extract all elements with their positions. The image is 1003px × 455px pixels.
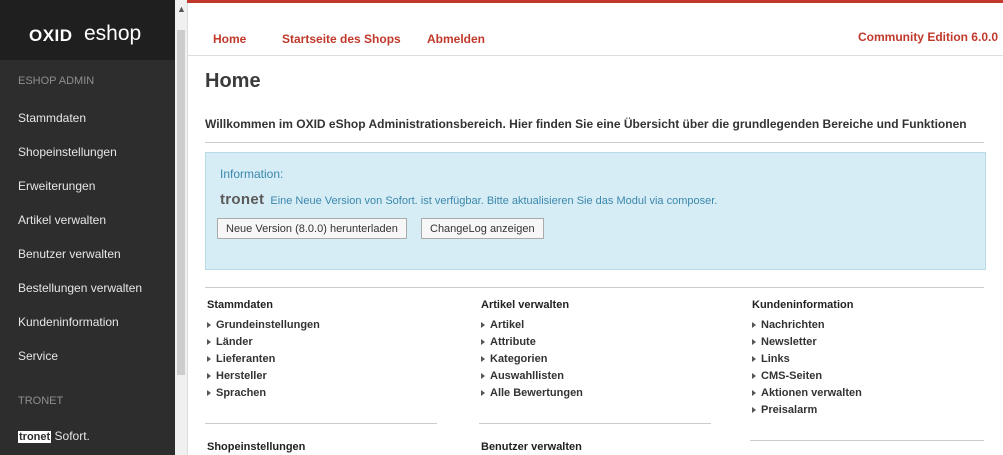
list-item[interactable]: Nachrichten bbox=[752, 319, 982, 336]
edition-label: Community Edition 6.0.0 bbox=[857, 30, 998, 44]
sidebar: OXID eshop ESHOP ADMIN Stammdaten Shopei… bbox=[0, 0, 175, 455]
info-message: tronet Eine Neue Version von Sofort. ist… bbox=[220, 191, 717, 208]
list-item[interactable]: Sprachen bbox=[207, 387, 437, 404]
sidebar-item-sofort[interactable]: tronet Sofort. bbox=[18, 429, 90, 443]
oxid-eshop-logo[interactable]: OXID eshop bbox=[0, 0, 175, 60]
list-item[interactable]: Preisalarm bbox=[752, 404, 982, 421]
info-label: Information: bbox=[220, 167, 284, 181]
column-stammdaten: Stammdaten Grundeinstellungen Länder Lie… bbox=[207, 299, 437, 404]
scrollbar-thumb[interactable] bbox=[177, 30, 185, 375]
arrow-right-icon bbox=[752, 322, 756, 329]
changelog-button[interactable]: ChangeLog anzeigen bbox=[421, 218, 544, 239]
nav-link-home[interactable]: Home bbox=[213, 32, 246, 46]
top-navigation: Home Startseite des Shops Abmelden Commu… bbox=[187, 0, 1003, 56]
list-item[interactable]: Grundeinstellungen bbox=[207, 319, 437, 336]
sidebar-item-service[interactable]: Service bbox=[18, 349, 58, 363]
list-item[interactable]: Artikel bbox=[481, 319, 711, 336]
nav-link-abmelden[interactable]: Abmelden bbox=[427, 32, 485, 46]
arrow-right-icon bbox=[207, 390, 211, 397]
sidebar-item-stammdaten[interactable]: Stammdaten bbox=[18, 111, 86, 125]
sidebar-item-artikel-verwalten[interactable]: Artikel verwalten bbox=[18, 213, 106, 227]
update-info-box: Information: tronet Eine Neue Version vo… bbox=[205, 152, 986, 270]
arrow-right-icon bbox=[207, 356, 211, 363]
tronet-badge-icon: tronet bbox=[18, 431, 52, 443]
column-title: Shopeinstellungen bbox=[207, 441, 306, 453]
column-title: Kundeninformation bbox=[752, 299, 854, 311]
sidebar-item-shopeinstellungen[interactable]: Shopeinstellungen bbox=[18, 145, 117, 159]
page-title: Home bbox=[205, 70, 261, 92]
list-item[interactable]: Länder bbox=[207, 336, 437, 353]
arrow-right-icon bbox=[752, 339, 756, 346]
scroll-up-arrow-icon[interactable]: ▲ bbox=[177, 4, 186, 14]
sidebar-item-erweiterungen[interactable]: Erweiterungen bbox=[18, 179, 95, 193]
arrow-right-icon bbox=[752, 373, 756, 380]
arrow-right-icon bbox=[752, 407, 756, 414]
column-shopeinstellungen: Shopeinstellungen bbox=[207, 441, 305, 453]
list-item[interactable]: Aktionen verwalten bbox=[752, 387, 982, 404]
list-item[interactable]: Lieferanten bbox=[207, 353, 437, 370]
list-item[interactable]: Newsletter bbox=[752, 336, 982, 353]
divider bbox=[205, 287, 984, 288]
column-title: Benutzer verwalten bbox=[481, 441, 582, 453]
arrow-right-icon bbox=[481, 322, 485, 329]
sidebar-item-sofort-label: Sofort. bbox=[54, 429, 90, 443]
column-title: Artikel verwalten bbox=[481, 299, 570, 311]
arrow-right-icon bbox=[752, 356, 756, 363]
sidebar-item-benutzer-verwalten[interactable]: Benutzer verwalten bbox=[18, 247, 121, 261]
logo-brand: OXID bbox=[29, 26, 73, 45]
welcome-text: Willkommen im OXID eShop Administrations… bbox=[205, 117, 967, 131]
list-item[interactable]: Kategorien bbox=[481, 353, 711, 370]
sidebar-item-kundeninformation[interactable]: Kundeninformation bbox=[18, 315, 119, 329]
arrow-right-icon bbox=[207, 373, 211, 380]
sidebar-scrollbar[interactable]: ▲ bbox=[175, 0, 188, 455]
nav-link-startseite[interactable]: Startseite des Shops bbox=[282, 32, 401, 46]
column-kundeninformation: Kundeninformation Nachrichten Newsletter… bbox=[752, 299, 982, 421]
tronet-logo-icon: tronet bbox=[220, 191, 265, 208]
sidebar-section-tronet: TRONET bbox=[18, 395, 64, 407]
arrow-right-icon bbox=[207, 339, 211, 346]
sidebar-section-eshop-admin: ESHOP ADMIN bbox=[18, 75, 95, 87]
divider bbox=[205, 142, 984, 143]
arrow-right-icon bbox=[481, 339, 485, 346]
arrow-right-icon bbox=[481, 373, 485, 380]
arrow-right-icon bbox=[481, 390, 485, 397]
divider bbox=[479, 423, 711, 424]
divider bbox=[750, 440, 984, 441]
divider bbox=[205, 423, 437, 424]
list-item[interactable]: CMS-Seiten bbox=[752, 370, 982, 387]
column-benutzer-verwalten: Benutzer verwalten bbox=[481, 441, 582, 453]
column-title: Stammdaten bbox=[207, 299, 274, 311]
info-message-text: Eine Neue Version von Sofort. ist verfüg… bbox=[270, 195, 718, 207]
arrow-right-icon bbox=[207, 322, 211, 329]
sidebar-item-bestellungen-verwalten[interactable]: Bestellungen verwalten bbox=[18, 281, 142, 295]
arrow-right-icon bbox=[481, 356, 485, 363]
logo-product: eshop bbox=[84, 22, 142, 45]
list-item[interactable]: Alle Bewertungen bbox=[481, 387, 711, 404]
download-new-version-button[interactable]: Neue Version (8.0.0) herunterladen bbox=[217, 218, 407, 239]
list-item[interactable]: Links bbox=[752, 353, 982, 370]
list-item[interactable]: Attribute bbox=[481, 336, 711, 353]
arrow-right-icon bbox=[752, 390, 756, 397]
column-artikel-verwalten: Artikel verwalten Artikel Attribute Kate… bbox=[481, 299, 711, 404]
list-item[interactable]: Auswahllisten bbox=[481, 370, 711, 387]
list-item[interactable]: Hersteller bbox=[207, 370, 437, 387]
